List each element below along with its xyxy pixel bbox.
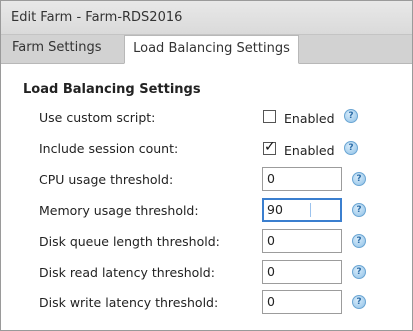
memory-usage-threshold-label: Memory usage threshold: — [39, 203, 199, 218]
cpu-usage-threshold-label: CPU usage threshold: — [39, 172, 174, 187]
tab-farm-settings[interactable]: Farm Settings — [12, 35, 122, 63]
disk-queue-length-threshold-input[interactable]: 0 — [262, 229, 342, 253]
help-icon[interactable]: ? — [344, 109, 358, 123]
cpu-usage-threshold-input[interactable]: 0 — [262, 167, 342, 191]
memory-usage-threshold-input[interactable]: 90 — [262, 198, 342, 222]
memory-usage-threshold-value: 90 — [267, 202, 283, 217]
section-heading: Load Balancing Settings — [23, 82, 201, 97]
tab-strip: Farm Settings Load Balancing Settings — [1, 35, 412, 64]
help-icon[interactable]: ? — [352, 265, 366, 279]
help-icon[interactable]: ? — [352, 203, 366, 217]
include-session-count-label: Include session count: — [39, 141, 179, 156]
checkmark-icon: ✓ — [264, 139, 276, 155]
title-bar: Edit Farm - Farm-RDS2016 — [1, 1, 412, 35]
disk-read-latency-threshold-label: Disk read latency threshold: — [39, 265, 215, 280]
help-icon[interactable]: ? — [352, 172, 366, 186]
include-session-count-checkbox[interactable]: ✓ — [263, 139, 276, 155]
edit-farm-dialog: Edit Farm - Farm-RDS2016 Farm Settings L… — [0, 0, 413, 331]
include-session-count-enabled-label[interactable]: Enabled — [284, 143, 335, 158]
tab-load-balancing-settings[interactable]: Load Balancing Settings — [124, 35, 299, 64]
use-custom-script-label: Use custom script: — [39, 110, 156, 125]
help-icon[interactable]: ? — [344, 141, 358, 155]
include-session-count-row: Include session count: ✓ Enabled ? — [1, 136, 412, 164]
help-icon[interactable]: ? — [352, 295, 366, 309]
use-custom-script-checkbox[interactable] — [263, 110, 276, 123]
disk-write-latency-threshold-input[interactable]: 0 — [262, 290, 342, 314]
disk-write-latency-threshold-row: Disk write latency threshold: 0 ? — [1, 290, 412, 318]
text-caret — [310, 203, 311, 217]
use-custom-script-enabled-label[interactable]: Enabled — [284, 111, 335, 126]
cpu-usage-threshold-row: CPU usage threshold: 0 ? — [1, 167, 412, 195]
tab-content: Load Balancing Settings Use custom scrip… — [1, 64, 412, 330]
disk-queue-length-threshold-label: Disk queue length threshold: — [39, 234, 220, 249]
window-title: Edit Farm - Farm-RDS2016 — [11, 10, 183, 25]
memory-usage-threshold-row: Memory usage threshold: 90 ? — [1, 198, 412, 226]
help-icon[interactable]: ? — [352, 234, 366, 248]
disk-read-latency-threshold-input[interactable]: 0 — [262, 260, 342, 284]
disk-read-latency-threshold-row: Disk read latency threshold: 0 ? — [1, 260, 412, 288]
disk-queue-length-threshold-row: Disk queue length threshold: 0 ? — [1, 229, 412, 257]
use-custom-script-row: Use custom script: Enabled ? — [1, 105, 412, 133]
disk-write-latency-threshold-label: Disk write latency threshold: — [39, 295, 219, 310]
